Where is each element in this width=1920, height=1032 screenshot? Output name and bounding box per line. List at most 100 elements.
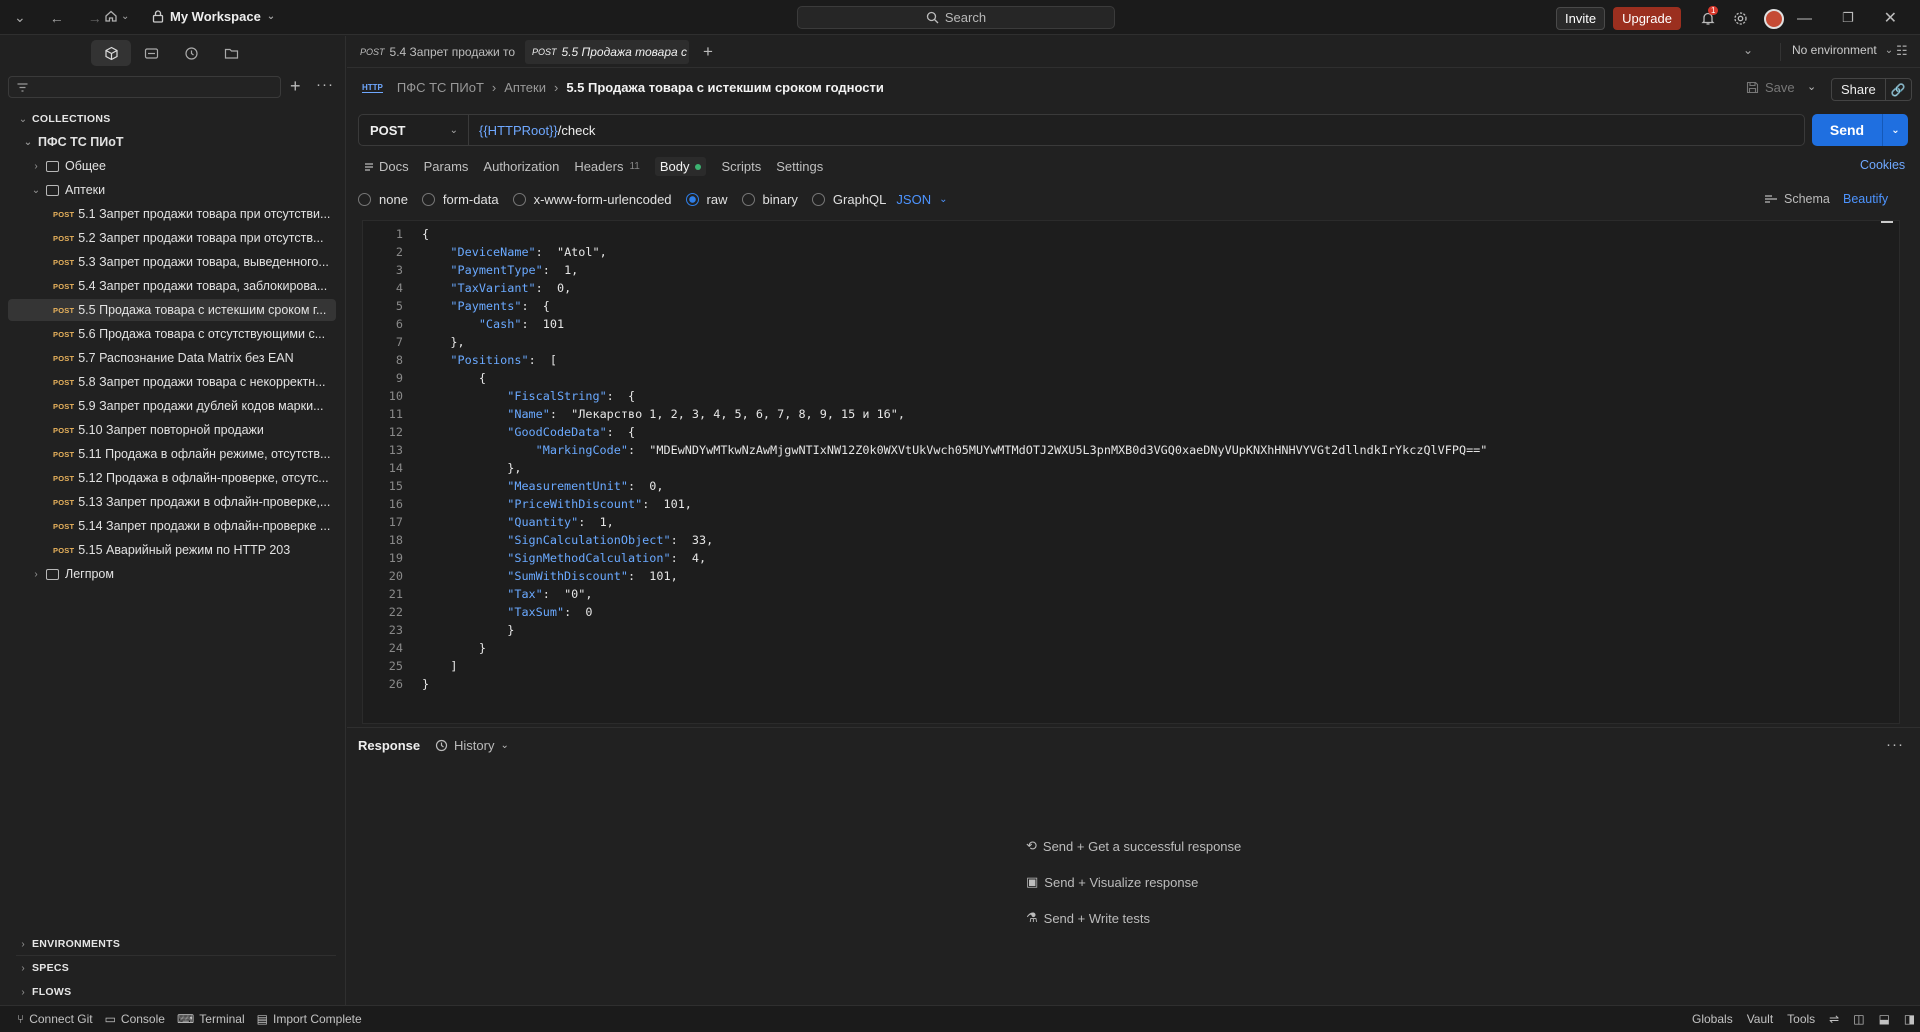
environment-selector[interactable]: No environment ⌄ [1780,43,1893,57]
copy-link-icon[interactable]: 🔗 [1886,83,1911,97]
tab-files[interactable] [211,40,251,66]
share-button[interactable]: Share [1832,79,1886,100]
workspace-selector[interactable]: My Workspace ⌄ [152,9,275,24]
send-button[interactable]: Send [1812,114,1882,146]
code-line[interactable]: 18 "SignCalculationObject": 33, [363,531,1893,549]
global-search[interactable]: Search [797,6,1115,29]
upgrade-button[interactable]: Upgrade [1613,7,1681,30]
collections-header[interactable]: ⌄ COLLECTIONS [0,108,346,130]
flows-section[interactable]: › FLOWS [0,981,346,1003]
code-line[interactable]: 22 "TaxSum": 0 [363,603,1893,621]
tab-params[interactable]: Params [424,159,469,174]
tabs-overflow-chevron-icon[interactable]: ⌄ [1743,43,1753,57]
code-line[interactable]: 26} [363,675,1893,693]
radio-none[interactable]: none [358,192,408,207]
forward-arrow-icon[interactable]: → [88,10,102,26]
bottom-pane-icon[interactable]: ⬓ [1879,1012,1890,1026]
request-item[interactable]: POST 5.1 Запрет продажи товара при отсутс… [0,203,346,225]
schema-button[interactable]: Schema [1764,192,1830,206]
notifications-button[interactable]: 1 [1701,6,1719,26]
send-options-chevron-icon[interactable]: ⌄ [1882,114,1908,146]
collection-filter-input[interactable] [8,76,281,98]
hint-get-response[interactable]: ⟲ Send + Get a successful response [1026,838,1241,854]
request-tab[interactable]: POST 5.4 Запрет продажи то [353,40,519,64]
radio-urlencoded[interactable]: x-www-form-urlencoded [512,192,672,207]
beautify-button[interactable]: Beautify [1843,192,1888,206]
back-arrow-icon[interactable]: ← [50,10,64,26]
restore-icon[interactable]: ❐ [1842,10,1854,26]
breadcrumb-collection[interactable]: ПФС ТС ПИоТ [397,80,484,95]
code-line[interactable]: 20 "SumWithDiscount": 101, [363,567,1893,585]
more-options-icon[interactable]: ··· [316,76,334,93]
home-button[interactable]: ⌄ [104,9,129,23]
folder-item[interactable]: ⌄ Аптеки [0,179,346,201]
code-line[interactable]: 25 ] [363,657,1893,675]
tab-collections[interactable] [91,40,131,66]
menu-chevron-icon[interactable]: ⌄ [14,9,26,26]
code-line[interactable]: 19 "SignMethodCalculation": 4, [363,549,1893,567]
request-item[interactable]: POST 5.2 Запрет продажи товара при отсутс… [0,227,346,249]
radio-form-data[interactable]: form-data [421,192,499,207]
close-icon[interactable]: ✕ [1884,8,1897,28]
folder-item[interactable]: › Легпром [0,563,346,585]
request-item[interactable]: POST 5.6 Продажа товара с отсутствующими … [0,323,346,345]
request-tab-active[interactable]: POST 5.5 Продажа товара с и [525,40,689,64]
request-item[interactable]: POST 5.8 Запрет продажи товара с некоррек… [0,371,346,393]
settings-button[interactable] [1733,11,1748,26]
environment-quicklook-icon[interactable]: ☷ [1896,43,1908,59]
history-dropdown[interactable]: History ⌄ [435,738,509,753]
request-item[interactable]: POST 5.14 Запрет продажи в офлайн-проверк… [0,515,346,537]
code-line[interactable]: 13 "MarkingCode": "MDEwNDYwMTkwNzAwMjgwN… [363,441,1893,459]
invite-button[interactable]: Invite [1556,7,1606,30]
save-options-chevron-icon[interactable]: ⌄ [1807,80,1816,93]
request-item[interactable]: POST 5.10 Запрет повторной продажи [0,419,346,441]
method-select[interactable]: POST ⌄ [359,115,469,145]
import-status[interactable]: ▤ Import Complete [257,1012,362,1026]
minimize-icon[interactable]: — [1797,10,1812,27]
terminal-button[interactable]: ⌨ Terminal [177,1012,245,1026]
request-item-selected[interactable]: POST 5.5 Продажа товара с истекшим сроком… [8,299,336,321]
code-line[interactable]: 6 "Cash": 101 [363,315,1893,333]
request-item[interactable]: POST 5.12 Продажа в офлайн-проверке, отсу… [0,467,346,489]
side-pane-icon[interactable]: ◨ [1904,1012,1915,1026]
save-button[interactable]: Save [1746,80,1795,95]
request-item[interactable]: POST 5.11 Продажа в офлайн режиме, отсутс… [0,443,346,465]
cookies-link[interactable]: Cookies [1860,158,1905,172]
more-options-icon[interactable]: ··· [1886,736,1904,753]
request-item[interactable]: POST 5.9 Запрет продажи дублей кодов марк… [0,395,346,417]
code-line[interactable]: 7 }, [363,333,1893,351]
add-icon[interactable]: + [290,76,301,97]
runner-icon[interactable]: ⇌ [1829,1012,1839,1026]
code-line[interactable]: 1{ [363,225,1893,243]
vault-button[interactable]: Vault [1747,1012,1773,1026]
specs-section[interactable]: › SPECS [0,957,346,979]
code-line[interactable]: 21 "Tax": "0", [363,585,1893,603]
code-line[interactable]: 9 { [363,369,1893,387]
code-editor[interactable]: 1{2 "DeviceName": "Atol", 3 "PaymentType"… [362,220,1900,724]
scrollbar-thumb[interactable] [1881,221,1893,223]
radio-raw[interactable]: raw [685,192,728,207]
console-button[interactable]: ▭ Console [105,1012,165,1026]
tab-history[interactable] [171,40,211,66]
radio-graphql[interactable]: GraphQL [811,192,886,207]
request-item[interactable]: POST 5.3 Запрет продажи товара, выведенно… [0,251,346,273]
request-item[interactable]: POST 5.4 Запрет продажи товара, заблокиро… [0,275,346,297]
hint-write-tests[interactable]: ⚗ Send + Write tests [1026,910,1150,926]
breadcrumb-folder[interactable]: Аптеки [504,80,546,95]
code-line[interactable]: 12 "GoodCodeData": { [363,423,1893,441]
radio-binary[interactable]: binary [741,192,798,207]
request-item[interactable]: POST 5.13 Запрет продажи в офлайн-проверк… [0,491,346,513]
code-line[interactable]: 10 "FiscalString": { [363,387,1893,405]
code-line[interactable]: 15 "MeasurementUnit": 0, [363,477,1893,495]
collection-item[interactable]: ⌄ ПФС ТС ПИоТ [0,131,346,153]
code-line[interactable]: 11 "Name": "Лекарство 1, 2, 3, 4, 5, 6, … [363,405,1893,423]
code-line[interactable]: 14 }, [363,459,1893,477]
new-tab-icon[interactable]: + [703,42,713,62]
request-item[interactable]: POST 5.7 Распознание Data Matrix без EAN [0,347,346,369]
code-line[interactable]: 17 "Quantity": 1, [363,513,1893,531]
code-line[interactable]: 3 "PaymentType": 1, [363,261,1893,279]
code-line[interactable]: 5 "Payments": { [363,297,1893,315]
code-line[interactable]: 16 "PriceWithDiscount": 101, [363,495,1893,513]
folder-item[interactable]: › Общее [0,155,346,177]
code-line[interactable]: 23 } [363,621,1893,639]
